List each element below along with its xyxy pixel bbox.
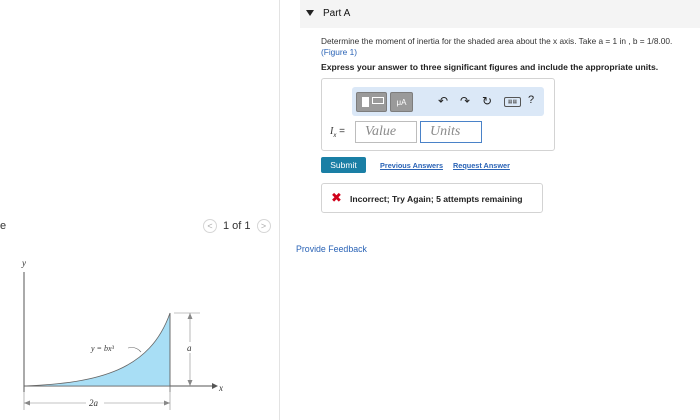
submit-button[interactable]: Submit bbox=[321, 157, 366, 173]
figure-diagram: y x y = bx³ a 2a bbox=[21, 258, 223, 410]
instruction-text: Express your answer to three significant… bbox=[321, 62, 659, 72]
figure-panel: e < 1 of 1 > y x y = bx³ a 2a bbox=[0, 0, 280, 420]
units-input[interactable]: Units bbox=[420, 121, 482, 143]
previous-answers-link[interactable]: Previous Answers bbox=[380, 161, 443, 170]
panel-divider bbox=[279, 0, 280, 420]
y-axis-label: y bbox=[21, 258, 26, 268]
curve-leader bbox=[127, 347, 142, 353]
problem-statement: Determine the moment of inertia for the … bbox=[321, 36, 691, 58]
undo-icon[interactable]: ↶ bbox=[438, 93, 448, 109]
part-a-header[interactable]: Part A bbox=[300, 0, 700, 28]
width-arrow-right bbox=[164, 400, 170, 406]
keyboard-icon[interactable]: ▦▦ bbox=[504, 97, 521, 107]
provide-feedback-link[interactable]: Provide Feedback bbox=[296, 244, 367, 254]
value-input[interactable]: Value bbox=[355, 121, 417, 143]
feedback-message: Incorrect; Try Again; 5 attempts remaini… bbox=[350, 194, 523, 204]
answer-label: Ix = bbox=[330, 126, 345, 139]
width-label: 2a bbox=[89, 398, 99, 408]
reset-icon[interactable]: ↻ bbox=[482, 93, 492, 109]
math-toolbar: μA ↶ ↷ ↻ ▦▦ ? bbox=[352, 87, 544, 116]
height-label: a bbox=[187, 343, 192, 353]
help-icon[interactable]: ? bbox=[528, 94, 534, 106]
feedback-box: ✖ Incorrect; Try Again; 5 attempts remai… bbox=[321, 183, 543, 213]
templates-button[interactable] bbox=[356, 92, 387, 112]
answer-label-eq: = bbox=[336, 126, 345, 137]
curve-label: y = bx³ bbox=[90, 344, 115, 353]
height-arrow-top bbox=[187, 313, 193, 319]
problem-text: Determine the moment of inertia for the … bbox=[321, 36, 673, 46]
request-answer-link[interactable]: Request Answer bbox=[453, 161, 510, 170]
redo-icon[interactable]: ↷ bbox=[460, 93, 470, 109]
part-title: Part A bbox=[323, 8, 351, 19]
answer-box: μA ↶ ↷ ↻ ▦▦ ? Ix = Value Units bbox=[321, 78, 555, 151]
incorrect-icon: ✖ bbox=[331, 190, 342, 205]
x-axis-label: x bbox=[218, 383, 223, 393]
figure-link[interactable]: (Figure 1) bbox=[321, 47, 357, 57]
collapse-caret-icon[interactable] bbox=[306, 10, 314, 16]
units-button[interactable]: μA bbox=[390, 92, 413, 112]
height-arrow-bottom bbox=[187, 380, 193, 386]
width-arrow-left bbox=[24, 400, 30, 406]
x-axis-arrow bbox=[212, 383, 218, 389]
